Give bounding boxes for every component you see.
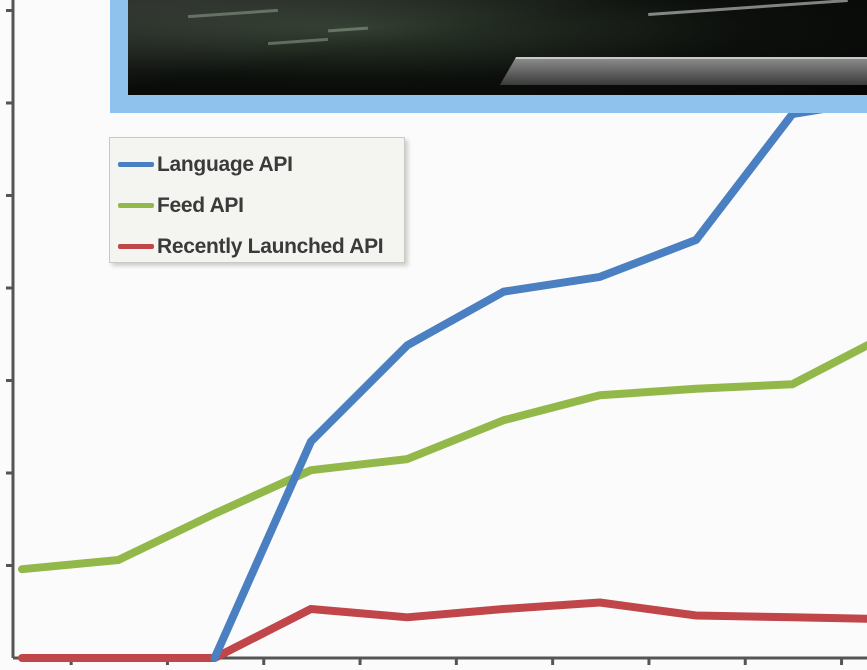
legend-item-language-api: Language API [110, 144, 404, 185]
data-point-language-api [309, 440, 312, 443]
chart-slide: Language API Feed API Recently Launched … [0, 0, 867, 670]
data-point-language-api [213, 657, 216, 659]
photo-image [128, 0, 867, 95]
data-point-feed-api [213, 512, 216, 515]
photo-frame [110, 0, 867, 113]
data-point-recently-launched-api [791, 616, 794, 619]
series-line-feed-api [18, 341, 867, 574]
data-point-language-api [406, 344, 409, 347]
chart-legend: Language API Feed API Recently Launched … [109, 137, 405, 263]
legend-item-feed-api: Feed API [110, 185, 404, 226]
data-point-language-api [502, 290, 505, 293]
data-point-language-api [695, 238, 698, 241]
data-point-language-api [791, 113, 794, 116]
data-point-feed-api [695, 387, 698, 390]
data-point-feed-api [117, 559, 120, 561]
data-point-recently-launched-api [598, 601, 601, 604]
data-point-recently-launched-api [502, 608, 505, 610]
data-point-feed-api [598, 394, 601, 397]
legend-label-recently-launched-api: Recently Launched API [157, 234, 384, 258]
photo-rail [499, 57, 867, 85]
legend-swatch-feed-api [118, 203, 154, 208]
data-point-feed-api [406, 458, 409, 461]
legend-label-language-api: Language API [157, 152, 293, 176]
data-point-feed-api [21, 568, 23, 571]
data-point-recently-launched-api [406, 616, 409, 619]
data-point-feed-api [309, 469, 312, 472]
data-point-recently-launched-api [309, 608, 312, 610]
legend-item-recently-launched-api: Recently Launched API [110, 226, 404, 267]
legend-swatch-recently-launched-api [118, 244, 154, 249]
data-point-feed-api [502, 419, 505, 422]
legend-label-feed-api: Feed API [157, 193, 244, 217]
data-point-language-api [598, 275, 601, 278]
data-point-feed-api [791, 383, 794, 386]
legend-swatch-language-api [118, 162, 154, 167]
series-line-recently-launched-api [18, 598, 867, 662]
data-point-recently-launched-api [695, 614, 698, 617]
data-point-recently-launched-api [117, 657, 120, 659]
data-point-recently-launched-api [21, 657, 23, 659]
